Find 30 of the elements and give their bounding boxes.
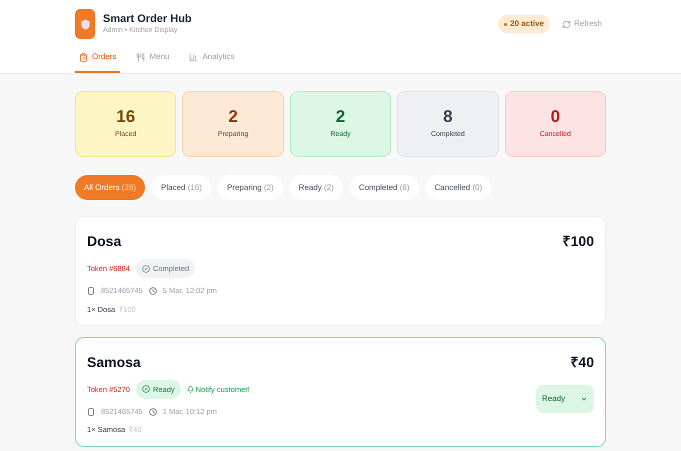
menu-tab-icon xyxy=(136,52,146,62)
clock-icon xyxy=(148,286,157,295)
filter-chip[interactable]: Completed (8) xyxy=(350,175,419,200)
status-dropdown[interactable]: Ready xyxy=(536,384,594,413)
app-title: Smart Order Hub xyxy=(103,12,192,26)
phone-icon xyxy=(87,408,95,416)
analytics-tab-icon xyxy=(189,52,198,62)
orders-tab-icon xyxy=(79,52,88,62)
filter-chip[interactable]: Preparing (2) xyxy=(218,175,283,200)
stat-value: 8 xyxy=(443,107,453,128)
clock-icon xyxy=(148,408,157,416)
order-total: ₹40 xyxy=(570,352,594,372)
filter-chip[interactable]: Ready (2) xyxy=(290,175,343,200)
bell-icon xyxy=(186,386,194,393)
app-logo-icon xyxy=(75,9,95,39)
order-total: ₹100 xyxy=(562,232,594,251)
stat-value: 2 xyxy=(228,107,238,128)
stat-value: 0 xyxy=(550,107,560,128)
phone-icon xyxy=(87,286,95,295)
stat-value: 2 xyxy=(336,107,346,128)
check-circle-icon xyxy=(142,264,150,273)
filter-chip[interactable]: Cancelled (0) xyxy=(426,175,492,200)
order-name: Samosa xyxy=(87,352,142,372)
active-count-badge: 20 active xyxy=(498,15,550,33)
nav-tab[interactable]: Orders xyxy=(75,51,120,73)
check-circle-icon xyxy=(142,385,150,394)
order-name: Dosa xyxy=(87,232,122,251)
refresh-icon xyxy=(562,20,571,28)
stat-value: 16 xyxy=(116,107,136,128)
filter-chip[interactable]: Placed (16) xyxy=(152,175,211,200)
